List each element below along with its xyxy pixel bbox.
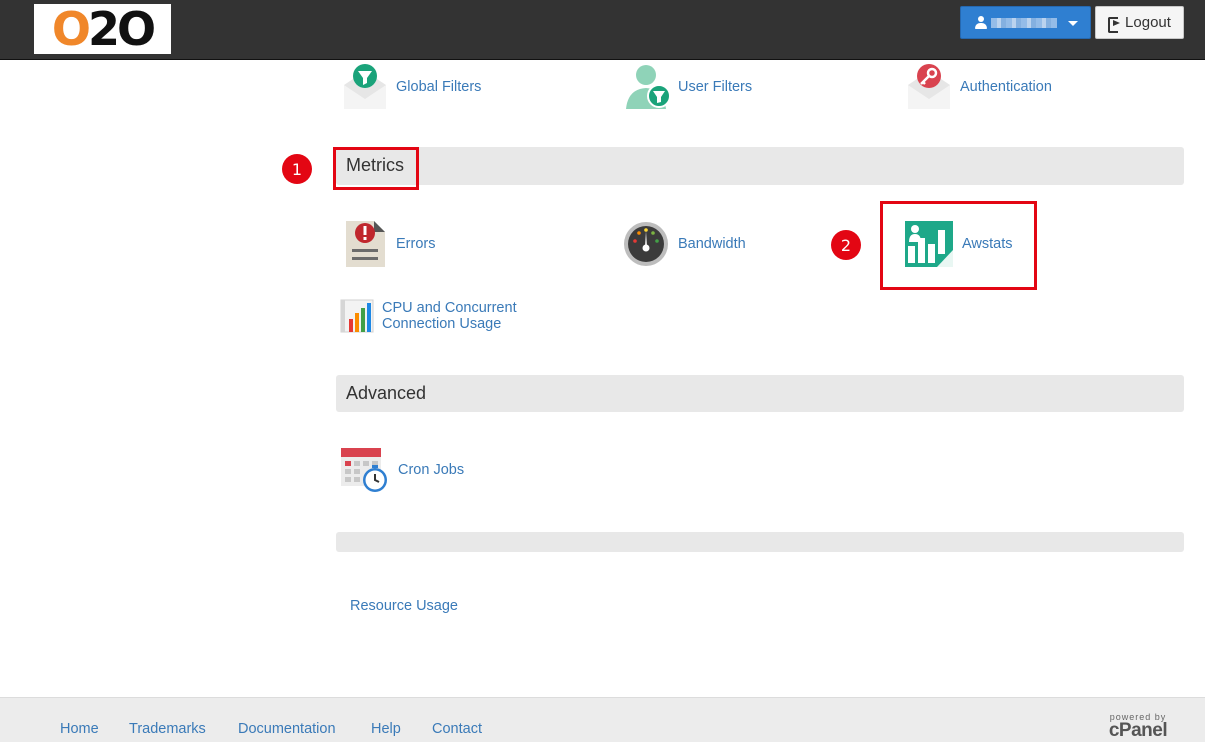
- user-menu-button[interactable]: [960, 6, 1091, 39]
- annotation-step-2: 2: [831, 230, 861, 260]
- feature-label: Errors: [396, 236, 436, 252]
- cpanel-wordmark: cPanel: [1108, 720, 1168, 741]
- annotation-box-metrics: [333, 147, 419, 190]
- feature-cpu-concurrent-usage[interactable]: CPU and Concurrent Connection Usage: [340, 299, 517, 333]
- footer-link-home[interactable]: Home: [60, 721, 99, 737]
- powered-by-cpanel-logo: powered by cPanel: [1103, 712, 1173, 740]
- feature-label: Global Filters: [396, 79, 482, 95]
- brand-logo[interactable]: O2O: [34, 4, 171, 54]
- feature-label-line1: CPU and Concurrent: [382, 300, 517, 316]
- caret-down-icon: [1068, 21, 1078, 26]
- user-icon: [975, 16, 987, 29]
- key-envelope-icon: [906, 63, 952, 111]
- calendar-clock-icon: [340, 446, 390, 494]
- feature-label: CPU and Concurrent Connection Usage: [382, 300, 517, 332]
- feature-bandwidth[interactable]: Bandwidth: [624, 220, 746, 268]
- feature-errors[interactable]: Errors: [342, 220, 435, 268]
- footer-link-contact[interactable]: Contact: [432, 721, 482, 737]
- section-header-metrics[interactable]: Metrics: [336, 147, 1184, 185]
- logo-text: O2O: [51, 2, 156, 56]
- feature-authentication[interactable]: Authentication: [906, 63, 1052, 111]
- logout-icon: [1108, 16, 1122, 33]
- feature-global-filters[interactable]: Global Filters: [342, 63, 481, 111]
- funnel-envelope-icon: [342, 63, 388, 111]
- section-header-stats: [336, 532, 1184, 552]
- annotation-box-awstats: [880, 201, 1037, 290]
- feature-label: Cron Jobs: [398, 462, 465, 478]
- logout-button[interactable]: Logout: [1095, 6, 1184, 39]
- footer-link-trademarks[interactable]: Trademarks: [129, 721, 206, 737]
- feature-label: Bandwidth: [678, 236, 746, 252]
- feature-label-line2: Connection Usage: [382, 316, 502, 332]
- feature-label: Authentication: [960, 79, 1052, 95]
- username-redacted: [991, 17, 1057, 28]
- section-title: Advanced: [346, 383, 427, 403]
- error-document-icon: [342, 220, 388, 268]
- annotation-step-1: 1: [282, 154, 312, 184]
- top-bar: O2O Logout: [0, 0, 1205, 60]
- feature-user-filters[interactable]: User Filters: [624, 63, 752, 111]
- footer: Home Trademarks Documentation Help Conta…: [0, 697, 1205, 742]
- feature-cron-jobs[interactable]: Cron Jobs: [340, 446, 464, 494]
- resource-usage-link[interactable]: Resource Usage: [350, 598, 458, 614]
- user-funnel-icon: [624, 63, 671, 111]
- gauge-icon: [624, 220, 670, 268]
- logout-label: Logout: [1125, 14, 1171, 31]
- footer-link-help[interactable]: Help: [371, 721, 401, 737]
- footer-link-documentation[interactable]: Documentation: [238, 721, 336, 737]
- section-header-advanced[interactable]: Advanced: [336, 375, 1184, 412]
- feature-label: User Filters: [678, 79, 753, 95]
- cpu-bar-chart-icon: [340, 299, 374, 333]
